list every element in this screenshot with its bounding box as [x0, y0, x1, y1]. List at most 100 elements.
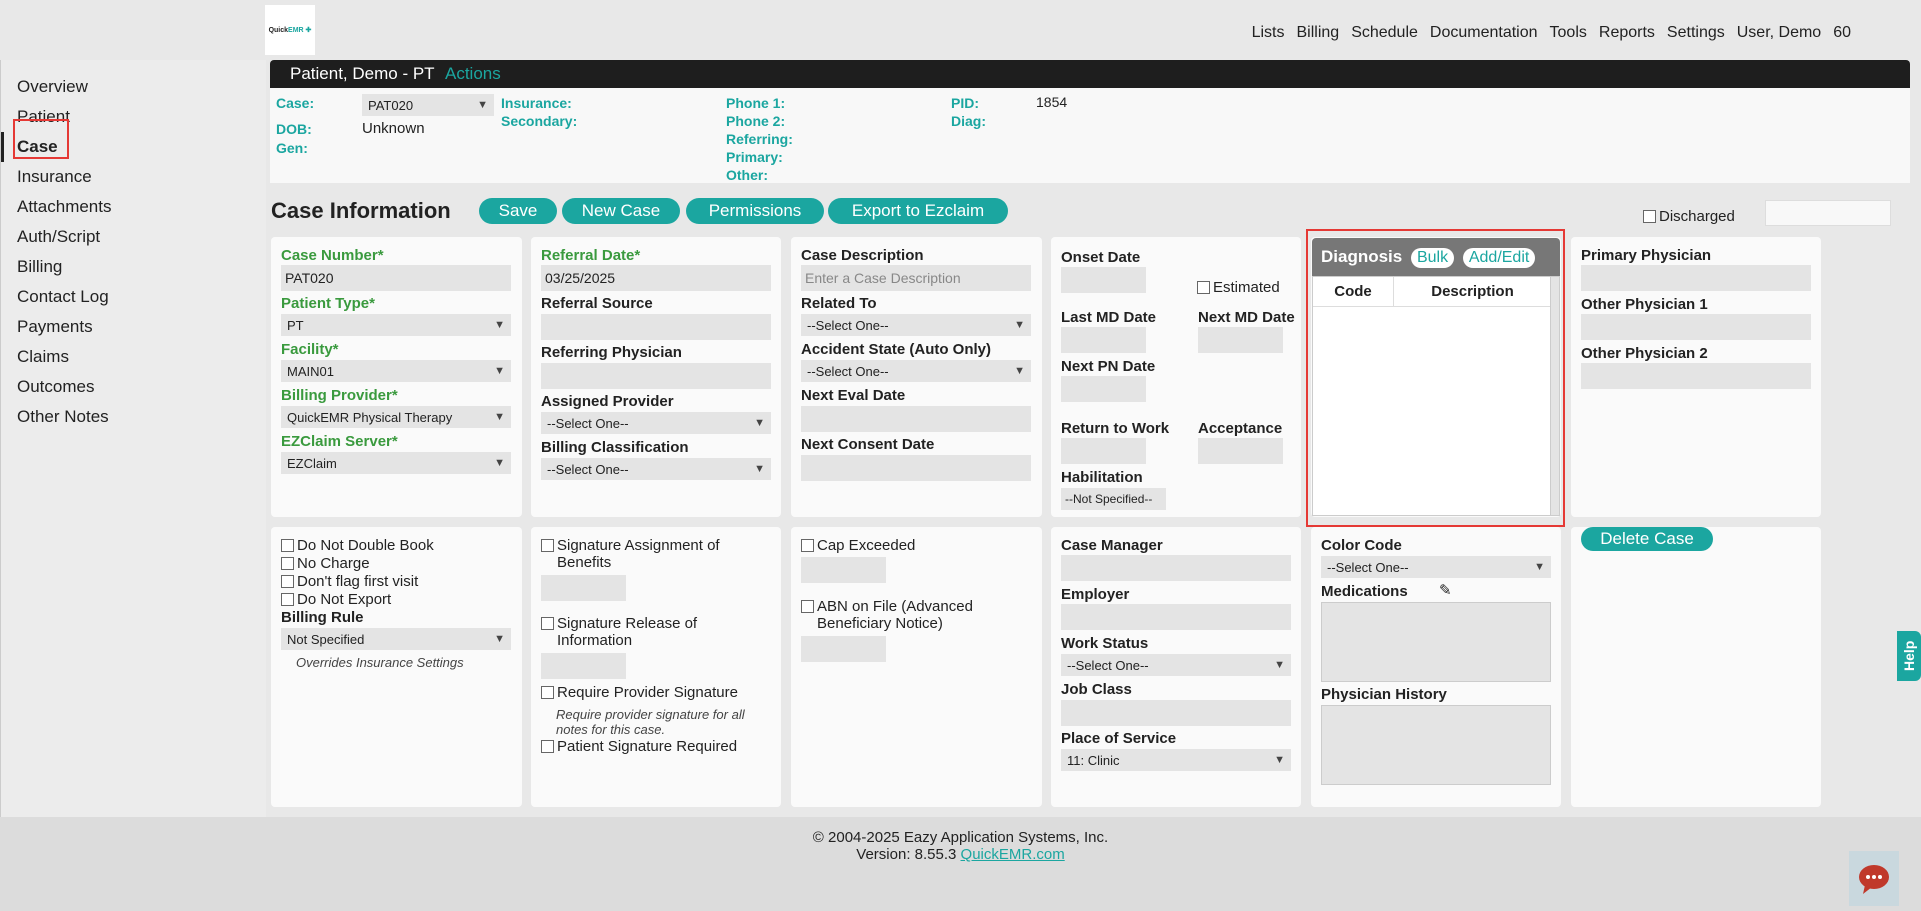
- sidebar-item-outcomes[interactable]: Outcomes: [1, 372, 266, 402]
- do-not-double-book-checkbox[interactable]: [281, 539, 294, 552]
- nav-documentation[interactable]: Documentation: [1430, 24, 1538, 42]
- edit-note-icon[interactable]: ✎: [1439, 581, 1452, 599]
- billing-rule-select[interactable]: Not Specified ▼: [281, 628, 511, 650]
- sidebar-item-auth-script[interactable]: Auth/Script: [1, 222, 266, 252]
- sidebar-item-contact-log[interactable]: Contact Log: [1, 282, 266, 312]
- onset-date-input[interactable]: [1061, 267, 1146, 293]
- color-code-select[interactable]: --Select One-- ▼: [1321, 556, 1551, 578]
- nav-schedule[interactable]: Schedule: [1351, 24, 1418, 42]
- sidebar-item-claims[interactable]: Claims: [1, 342, 266, 372]
- sidebar-item-insurance[interactable]: Insurance: [1, 162, 266, 192]
- referral-source-input[interactable]: [541, 314, 771, 340]
- require-provider-signature-checkbox[interactable]: [541, 686, 554, 699]
- referral-card: Referral Date* 03/25/2025 Referral Sourc…: [531, 237, 781, 517]
- save-button[interactable]: Save: [479, 198, 557, 224]
- referral-date-input[interactable]: 03/25/2025: [541, 265, 771, 291]
- new-case-button[interactable]: New Case: [562, 198, 680, 224]
- work-status-select[interactable]: --Select One-- ▼: [1061, 654, 1291, 676]
- chevron-down-icon: ▼: [1534, 561, 1545, 573]
- place-of-service-label: Place of Service: [1061, 730, 1177, 747]
- nav-user-menu[interactable]: User, Demo: [1737, 24, 1821, 42]
- job-class-input[interactable]: [1061, 700, 1291, 726]
- case-description-input[interactable]: Enter a Case Description: [801, 265, 1031, 291]
- abn-on-file-checkbox[interactable]: [801, 600, 814, 613]
- return-to-work-label: Return to Work: [1061, 420, 1170, 437]
- case-select[interactable]: PAT020 ▼: [362, 94, 494, 116]
- facility-select[interactable]: MAIN01 ▼: [281, 360, 511, 382]
- sidebar-item-payments[interactable]: Payments: [1, 312, 266, 342]
- chat-widget[interactable]: [1849, 851, 1899, 906]
- next-md-date-input[interactable]: [1198, 327, 1283, 353]
- ezclaim-server-select[interactable]: EZClaim ▼: [281, 452, 511, 474]
- discharged-date-input[interactable]: [1765, 200, 1891, 226]
- export-ezclaim-button[interactable]: Export to Ezclaim: [828, 198, 1008, 224]
- next-eval-date-input[interactable]: [801, 406, 1031, 432]
- cap-exceeded-input[interactable]: [801, 557, 886, 583]
- case-manager-input[interactable]: [1061, 555, 1291, 581]
- quickemr-logo[interactable]: Quick EMR ✚: [265, 5, 315, 55]
- next-consent-date-input[interactable]: [801, 455, 1031, 481]
- patient-signature-checkbox[interactable]: [541, 740, 554, 753]
- do-not-export-checkbox[interactable]: [281, 593, 294, 606]
- acceptance-input[interactable]: [1198, 438, 1283, 464]
- sidebar-item-overview[interactable]: Overview: [1, 72, 266, 102]
- copyright-text: © 2004-2025 Eazy Application Systems, In…: [812, 829, 1109, 846]
- nav-settings[interactable]: Settings: [1667, 24, 1725, 42]
- diag-label: Diag:: [951, 113, 986, 129]
- chevron-down-icon: ▼: [1014, 319, 1025, 331]
- dont-flag-first-visit-checkbox[interactable]: [281, 575, 294, 588]
- related-to-select[interactable]: --Select One-- ▼: [801, 314, 1031, 336]
- physician-history-textarea[interactable]: [1321, 705, 1551, 785]
- signatures-card: Signature Assignment of Benefits Signatu…: [531, 527, 781, 807]
- referring-label: Referring:: [726, 131, 793, 147]
- discharged-checkbox[interactable]: [1643, 210, 1656, 223]
- signature-release-checkbox[interactable]: [541, 617, 554, 630]
- other-physician-1-input[interactable]: [1581, 314, 1811, 340]
- signature-release-date-input[interactable]: [541, 653, 626, 679]
- do-not-export-row: Do Not Export: [281, 591, 391, 608]
- permissions-button[interactable]: Permissions: [686, 198, 824, 224]
- referring-physician-input[interactable]: [541, 363, 771, 389]
- accident-state-select[interactable]: --Select One-- ▼: [801, 360, 1031, 382]
- quickemr-link[interactable]: QuickEMR.com: [961, 846, 1065, 863]
- estimated-checkbox[interactable]: [1197, 281, 1210, 294]
- case-number-input[interactable]: PAT020: [281, 265, 511, 291]
- nav-lists[interactable]: Lists: [1252, 24, 1285, 42]
- employer-input[interactable]: [1061, 604, 1291, 630]
- next-pn-date-input[interactable]: [1061, 376, 1146, 402]
- sidebar-item-attachments[interactable]: Attachments: [1, 192, 266, 222]
- medications-textarea[interactable]: [1321, 602, 1551, 682]
- assigned-provider-select[interactable]: --Select One-- ▼: [541, 412, 771, 434]
- signature-assignment-checkbox[interactable]: [541, 539, 554, 552]
- actions-menu[interactable]: Actions: [445, 64, 501, 83]
- nav-reports[interactable]: Reports: [1599, 24, 1655, 42]
- sidebar-item-billing[interactable]: Billing: [1, 252, 266, 282]
- chevron-down-icon: ▼: [754, 463, 765, 475]
- related-to-label: Related To: [801, 295, 877, 312]
- nav-billing[interactable]: Billing: [1297, 24, 1340, 42]
- other-physician-2-input[interactable]: [1581, 363, 1811, 389]
- nav-tools[interactable]: Tools: [1550, 24, 1587, 42]
- no-charge-checkbox[interactable]: [281, 557, 294, 570]
- help-tab[interactable]: Help: [1897, 631, 1921, 681]
- primary-physician-input[interactable]: [1581, 265, 1811, 291]
- place-of-service-select[interactable]: 11: Clinic ▼: [1061, 749, 1291, 771]
- billing-classification-select[interactable]: --Select One-- ▼: [541, 458, 771, 480]
- chevron-down-icon: ▼: [494, 633, 505, 645]
- chevron-down-icon: ▼: [494, 365, 505, 377]
- sidebar-item-other-notes[interactable]: Other Notes: [1, 402, 266, 432]
- abn-date-input[interactable]: [801, 636, 886, 662]
- case-manager-label: Case Manager: [1061, 537, 1163, 554]
- patient-type-select[interactable]: PT ▼: [281, 314, 511, 336]
- delete-case-button[interactable]: Delete Case: [1581, 527, 1713, 551]
- habilitation-label: Habilitation: [1061, 469, 1143, 486]
- last-md-date-input[interactable]: [1061, 327, 1146, 353]
- billing-provider-select[interactable]: QuickEMR Physical Therapy ▼: [281, 406, 511, 428]
- return-to-work-input[interactable]: [1061, 438, 1146, 464]
- habilitation-select[interactable]: --Not Specified--: [1061, 488, 1166, 510]
- signature-assignment-date-input[interactable]: [541, 575, 626, 601]
- work-status-label: Work Status: [1061, 635, 1149, 652]
- cap-exceeded-checkbox[interactable]: [801, 539, 814, 552]
- patient-info-panel: Case: PAT020 ▼ DOB: Unknown Gen: Insuranc…: [270, 88, 1910, 183]
- color-code-label: Color Code: [1321, 537, 1402, 554]
